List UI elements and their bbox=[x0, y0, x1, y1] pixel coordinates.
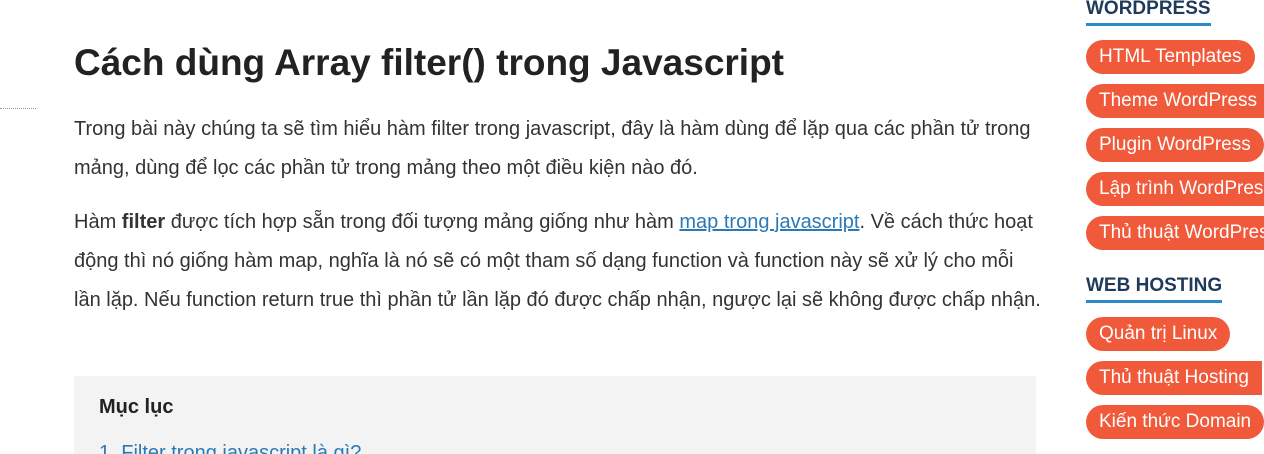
tag-lap-trinh-wordpress[interactable]: Lập trình WordPress bbox=[1086, 172, 1264, 206]
tag-thu-thuat-wordpress[interactable]: Thủ thuật WordPress bbox=[1086, 216, 1264, 250]
tag-thu-thuat-hosting[interactable]: Thủ thuật Hosting bbox=[1086, 361, 1262, 395]
dotted-divider bbox=[0, 108, 36, 109]
intro-paragraph: Trong bài này chúng ta sẽ tìm hiểu hàm f… bbox=[74, 118, 1031, 179]
tag-quan-tri-linux[interactable]: Quản trị Linux bbox=[1086, 317, 1231, 351]
toc-title: Mục lục bbox=[99, 396, 174, 418]
page: Cách dùng Array filter() trong Javascrip… bbox=[0, 0, 1264, 454]
article-title: Cách dùng Array filter() trong Javascrip… bbox=[74, 42, 784, 83]
tag-theme-wordpress[interactable]: Theme WordPress bbox=[1086, 84, 1264, 118]
map-javascript-link[interactable]: map trong javascript bbox=[679, 211, 859, 233]
para-text-mid: được tích hợp sẵn trong đối tượng mảng g… bbox=[165, 211, 680, 233]
toc-item-filter[interactable]: 1. Filter trong javascript là gì? bbox=[99, 442, 361, 454]
filter-description-paragraph: Hàm filter được tích hợp sẵn trong đối t… bbox=[74, 203, 1044, 320]
para-text-prefix: Hàm bbox=[74, 211, 122, 233]
tag-kien-thuc-domain[interactable]: Kiến thức Domain bbox=[1086, 405, 1264, 439]
wordpress-section-heading: WORDPRESS bbox=[1086, 0, 1211, 26]
sidebar: WORDPRESS HTML Templates Theme WordPress… bbox=[1086, 0, 1264, 454]
web-hosting-section-heading: WEB HOSTING bbox=[1086, 275, 1223, 303]
table-of-contents: Mục lục 1. Filter trong javascript là gì… bbox=[74, 376, 1036, 454]
filter-keyword: filter bbox=[121, 211, 166, 233]
tag-plugin-wordpress[interactable]: Plugin WordPress bbox=[1086, 128, 1264, 162]
tag-html-templates[interactable]: HTML Templates bbox=[1086, 40, 1255, 74]
